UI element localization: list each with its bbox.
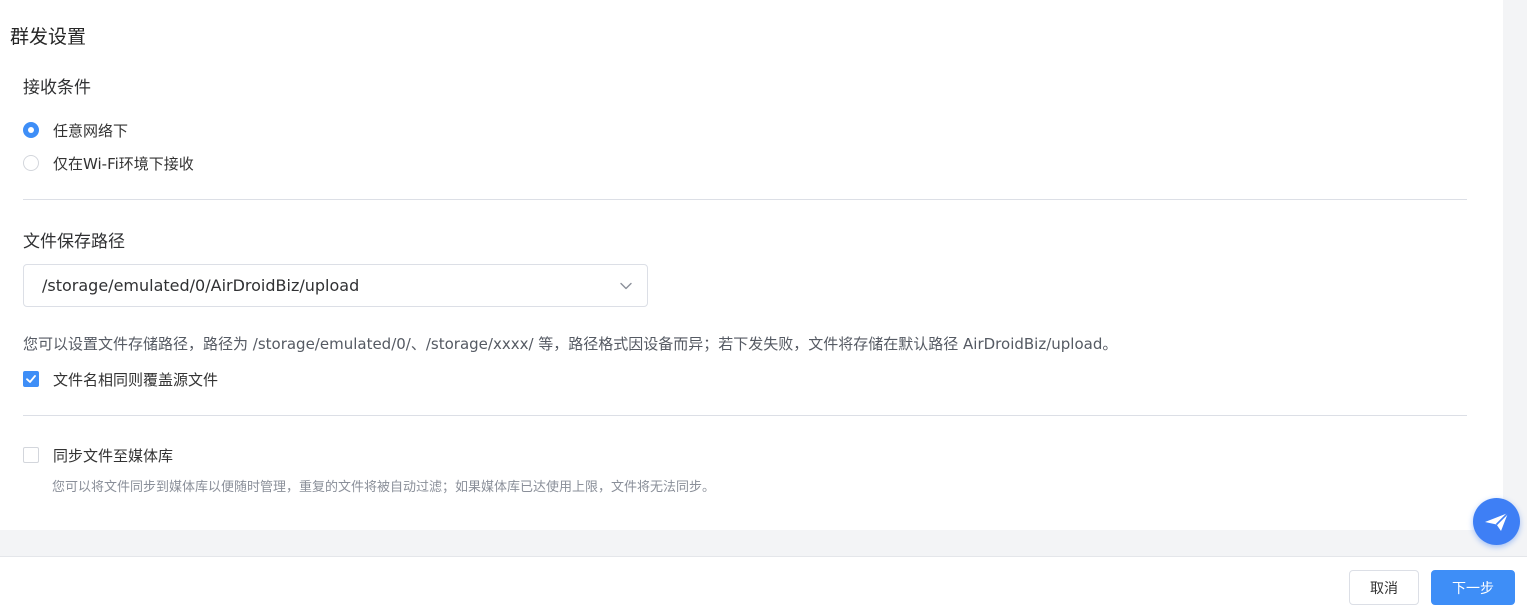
radio-wifi-only[interactable]: 仅在Wi-Fi环境下接收: [23, 153, 194, 173]
radio-any-network[interactable]: 任意网络下: [23, 120, 128, 140]
send-icon: [1484, 511, 1509, 531]
bulk-send-settings-page: 群发设置 接收条件 任意网络下 仅在Wi-Fi环境下接收 文件保存路径 /sto…: [0, 0, 1527, 614]
radio-unchecked-icon[interactable]: [23, 155, 39, 171]
next-step-button[interactable]: 下一步: [1431, 570, 1515, 605]
section-divider: [23, 199, 1467, 200]
save-path-select[interactable]: /storage/emulated/0/AirDroidBiz/upload: [23, 264, 648, 307]
overwrite-checkbox-label: 文件名相同则覆盖源文件: [53, 370, 219, 389]
radio-wifi-only-label: 仅在Wi-Fi环境下接收: [53, 154, 194, 173]
footer-bar: [0, 556, 1527, 614]
checkmark-icon: [26, 375, 36, 383]
save-path-hint: 您可以设置文件存储路径，路径为 /storage/emulated/0/、/st…: [23, 335, 1118, 353]
floating-send-button[interactable]: [1473, 498, 1520, 545]
save-path-title: 文件保存路径: [23, 232, 125, 252]
save-path-value: /storage/emulated/0/AirDroidBiz/upload: [42, 276, 360, 295]
overwrite-checkbox[interactable]: 文件名相同则覆盖源文件: [23, 369, 218, 389]
chevron-down-icon: [620, 282, 632, 290]
scrollbar-track[interactable]: [1503, 0, 1527, 556]
media-sync-label: 同步文件至媒体库: [53, 446, 174, 465]
section-divider: [23, 415, 1467, 416]
checkbox-checked[interactable]: [23, 371, 39, 387]
radio-checked-icon[interactable]: [23, 122, 39, 138]
checkbox-unchecked[interactable]: [23, 447, 39, 463]
media-sync-checkbox[interactable]: 同步文件至媒体库: [23, 445, 173, 465]
radio-any-network-label: 任意网络下: [53, 121, 129, 140]
page-title: 群发设置: [10, 26, 87, 48]
settings-card: 群发设置 接收条件 任意网络下 仅在Wi-Fi环境下接收 文件保存路径 /sto…: [0, 0, 1503, 530]
receive-condition-title: 接收条件: [23, 78, 91, 98]
content-gap: [0, 530, 1527, 556]
media-sync-hint: 您可以将文件同步到媒体库以便随时管理，重复的文件将被自动过滤；如果媒体库已达使用…: [52, 480, 716, 495]
cancel-button[interactable]: 取消: [1349, 570, 1419, 605]
